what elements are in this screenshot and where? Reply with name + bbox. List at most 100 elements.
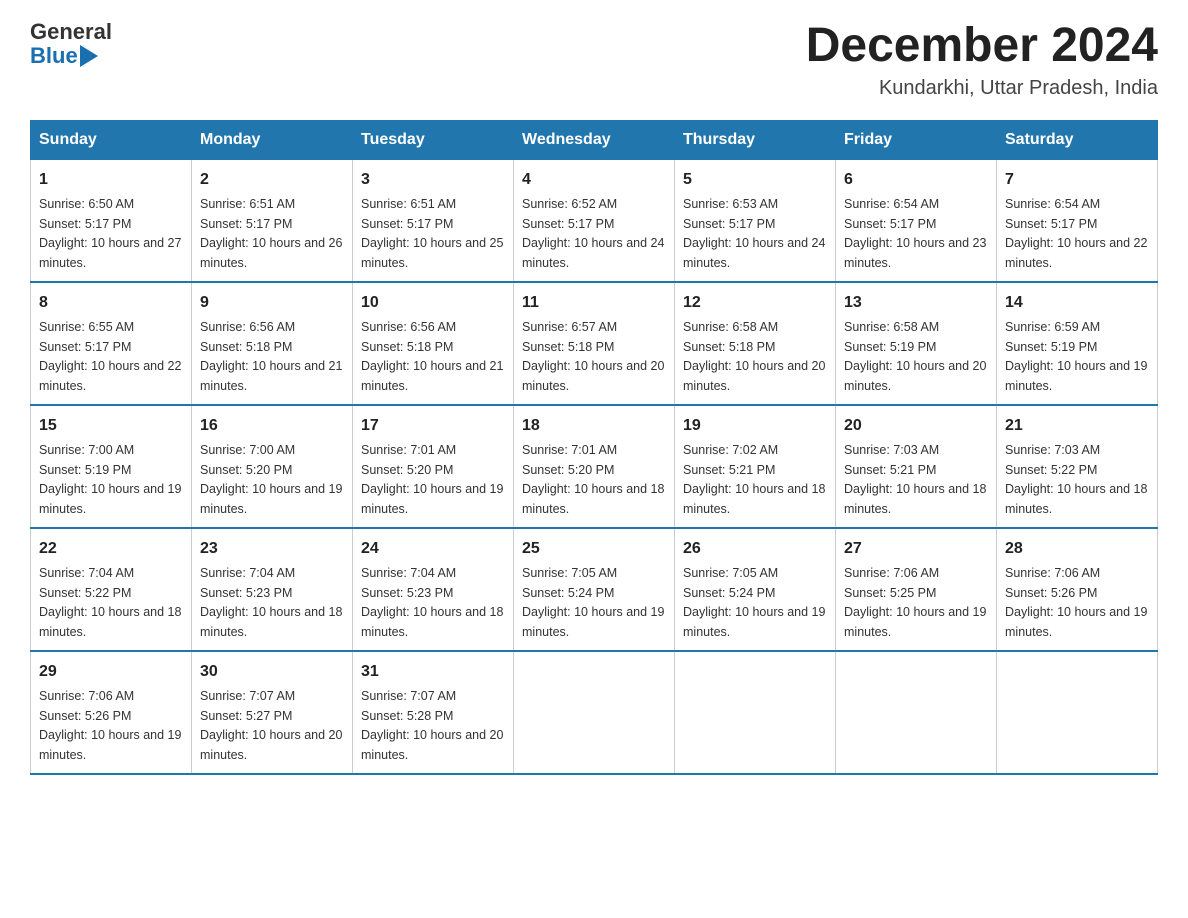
day-info: Sunrise: 6:51 AMSunset: 5:17 PMDaylight:… [200,197,342,270]
weekday-monday: Monday [192,120,353,159]
day-number: 12 [683,291,827,315]
day-number: 9 [200,291,344,315]
day-number: 23 [200,537,344,561]
day-info: Sunrise: 6:54 AMSunset: 5:17 PMDaylight:… [844,197,986,270]
week-row-5: 29 Sunrise: 7:06 AMSunset: 5:26 PMDaylig… [31,651,1158,774]
day-cell-19: 19 Sunrise: 7:02 AMSunset: 5:21 PMDaylig… [675,405,836,528]
day-info: Sunrise: 7:04 AMSunset: 5:22 PMDaylight:… [39,566,181,639]
week-row-3: 15 Sunrise: 7:00 AMSunset: 5:19 PMDaylig… [31,405,1158,528]
day-number: 17 [361,414,505,438]
day-number: 24 [361,537,505,561]
day-info: Sunrise: 6:52 AMSunset: 5:17 PMDaylight:… [522,197,664,270]
day-info: Sunrise: 6:50 AMSunset: 5:17 PMDaylight:… [39,197,181,270]
day-cell-13: 13 Sunrise: 6:58 AMSunset: 5:19 PMDaylig… [836,282,997,405]
day-number: 8 [39,291,183,315]
day-cell-6: 6 Sunrise: 6:54 AMSunset: 5:17 PMDayligh… [836,159,997,282]
day-info: Sunrise: 6:54 AMSunset: 5:17 PMDaylight:… [1005,197,1147,270]
day-info: Sunrise: 6:56 AMSunset: 5:18 PMDaylight:… [200,320,342,393]
week-row-1: 1 Sunrise: 6:50 AMSunset: 5:17 PMDayligh… [31,159,1158,282]
day-cell-26: 26 Sunrise: 7:05 AMSunset: 5:24 PMDaylig… [675,528,836,651]
day-cell-29: 29 Sunrise: 7:06 AMSunset: 5:26 PMDaylig… [31,651,192,774]
day-cell-30: 30 Sunrise: 7:07 AMSunset: 5:27 PMDaylig… [192,651,353,774]
day-cell-7: 7 Sunrise: 6:54 AMSunset: 5:17 PMDayligh… [997,159,1158,282]
day-number: 22 [39,537,183,561]
day-cell-9: 9 Sunrise: 6:56 AMSunset: 5:18 PMDayligh… [192,282,353,405]
weekday-sunday: Sunday [31,120,192,159]
day-number: 3 [361,168,505,192]
day-info: Sunrise: 7:00 AMSunset: 5:19 PMDaylight:… [39,443,181,516]
day-cell-14: 14 Sunrise: 6:59 AMSunset: 5:19 PMDaylig… [997,282,1158,405]
day-number: 31 [361,660,505,684]
day-cell-16: 16 Sunrise: 7:00 AMSunset: 5:20 PMDaylig… [192,405,353,528]
weekday-tuesday: Tuesday [353,120,514,159]
day-info: Sunrise: 7:04 AMSunset: 5:23 PMDaylight:… [200,566,342,639]
day-info: Sunrise: 7:06 AMSunset: 5:26 PMDaylight:… [1005,566,1147,639]
calendar-body: 1 Sunrise: 6:50 AMSunset: 5:17 PMDayligh… [31,159,1158,774]
day-info: Sunrise: 7:05 AMSunset: 5:24 PMDaylight:… [683,566,825,639]
day-cell-2: 2 Sunrise: 6:51 AMSunset: 5:17 PMDayligh… [192,159,353,282]
day-cell-4: 4 Sunrise: 6:52 AMSunset: 5:17 PMDayligh… [514,159,675,282]
day-info: Sunrise: 7:03 AMSunset: 5:21 PMDaylight:… [844,443,986,516]
day-info: Sunrise: 7:02 AMSunset: 5:21 PMDaylight:… [683,443,825,516]
day-cell-21: 21 Sunrise: 7:03 AMSunset: 5:22 PMDaylig… [997,405,1158,528]
day-cell-24: 24 Sunrise: 7:04 AMSunset: 5:23 PMDaylig… [353,528,514,651]
day-cell-8: 8 Sunrise: 6:55 AMSunset: 5:17 PMDayligh… [31,282,192,405]
calendar-header: SundayMondayTuesdayWednesdayThursdayFrid… [31,120,1158,159]
day-cell-28: 28 Sunrise: 7:06 AMSunset: 5:26 PMDaylig… [997,528,1158,651]
day-number: 4 [522,168,666,192]
day-info: Sunrise: 6:57 AMSunset: 5:18 PMDaylight:… [522,320,664,393]
empty-cell [514,651,675,774]
day-cell-17: 17 Sunrise: 7:01 AMSunset: 5:20 PMDaylig… [353,405,514,528]
empty-cell [997,651,1158,774]
day-info: Sunrise: 7:07 AMSunset: 5:27 PMDaylight:… [200,689,342,762]
day-cell-15: 15 Sunrise: 7:00 AMSunset: 5:19 PMDaylig… [31,405,192,528]
day-info: Sunrise: 7:04 AMSunset: 5:23 PMDaylight:… [361,566,503,639]
day-number: 2 [200,168,344,192]
day-cell-3: 3 Sunrise: 6:51 AMSunset: 5:17 PMDayligh… [353,159,514,282]
day-cell-23: 23 Sunrise: 7:04 AMSunset: 5:23 PMDaylig… [192,528,353,651]
day-info: Sunrise: 6:55 AMSunset: 5:17 PMDaylight:… [39,320,181,393]
day-cell-27: 27 Sunrise: 7:06 AMSunset: 5:25 PMDaylig… [836,528,997,651]
day-number: 7 [1005,168,1149,192]
calendar-subtitle: Kundarkhi, Uttar Pradesh, India [806,77,1158,100]
day-info: Sunrise: 7:01 AMSunset: 5:20 PMDaylight:… [522,443,664,516]
day-number: 5 [683,168,827,192]
day-info: Sunrise: 6:58 AMSunset: 5:19 PMDaylight:… [844,320,986,393]
day-number: 21 [1005,414,1149,438]
day-number: 30 [200,660,344,684]
day-info: Sunrise: 6:56 AMSunset: 5:18 PMDaylight:… [361,320,503,393]
empty-cell [836,651,997,774]
day-number: 13 [844,291,988,315]
day-info: Sunrise: 7:01 AMSunset: 5:20 PMDaylight:… [361,443,503,516]
week-row-2: 8 Sunrise: 6:55 AMSunset: 5:17 PMDayligh… [31,282,1158,405]
logo-blue-text: Blue [30,44,78,68]
logo: General Blue [30,20,112,68]
day-info: Sunrise: 7:00 AMSunset: 5:20 PMDaylight:… [200,443,342,516]
title-block: December 2024 Kundarkhi, Uttar Pradesh, … [806,20,1158,100]
page-header: General Blue December 2024 Kundarkhi, Ut… [30,20,1158,100]
day-cell-10: 10 Sunrise: 6:56 AMSunset: 5:18 PMDaylig… [353,282,514,405]
weekday-friday: Friday [836,120,997,159]
day-number: 25 [522,537,666,561]
day-cell-31: 31 Sunrise: 7:07 AMSunset: 5:28 PMDaylig… [353,651,514,774]
day-info: Sunrise: 7:07 AMSunset: 5:28 PMDaylight:… [361,689,503,762]
day-cell-20: 20 Sunrise: 7:03 AMSunset: 5:21 PMDaylig… [836,405,997,528]
weekday-wednesday: Wednesday [514,120,675,159]
day-number: 27 [844,537,988,561]
day-info: Sunrise: 6:53 AMSunset: 5:17 PMDaylight:… [683,197,825,270]
day-info: Sunrise: 7:05 AMSunset: 5:24 PMDaylight:… [522,566,664,639]
day-number: 18 [522,414,666,438]
week-row-4: 22 Sunrise: 7:04 AMSunset: 5:22 PMDaylig… [31,528,1158,651]
weekday-saturday: Saturday [997,120,1158,159]
logo-general-text: General [30,20,112,44]
day-number: 28 [1005,537,1149,561]
day-cell-25: 25 Sunrise: 7:05 AMSunset: 5:24 PMDaylig… [514,528,675,651]
day-number: 14 [1005,291,1149,315]
day-cell-5: 5 Sunrise: 6:53 AMSunset: 5:17 PMDayligh… [675,159,836,282]
day-number: 26 [683,537,827,561]
day-number: 6 [844,168,988,192]
day-cell-12: 12 Sunrise: 6:58 AMSunset: 5:18 PMDaylig… [675,282,836,405]
day-info: Sunrise: 7:06 AMSunset: 5:25 PMDaylight:… [844,566,986,639]
day-cell-22: 22 Sunrise: 7:04 AMSunset: 5:22 PMDaylig… [31,528,192,651]
day-number: 19 [683,414,827,438]
